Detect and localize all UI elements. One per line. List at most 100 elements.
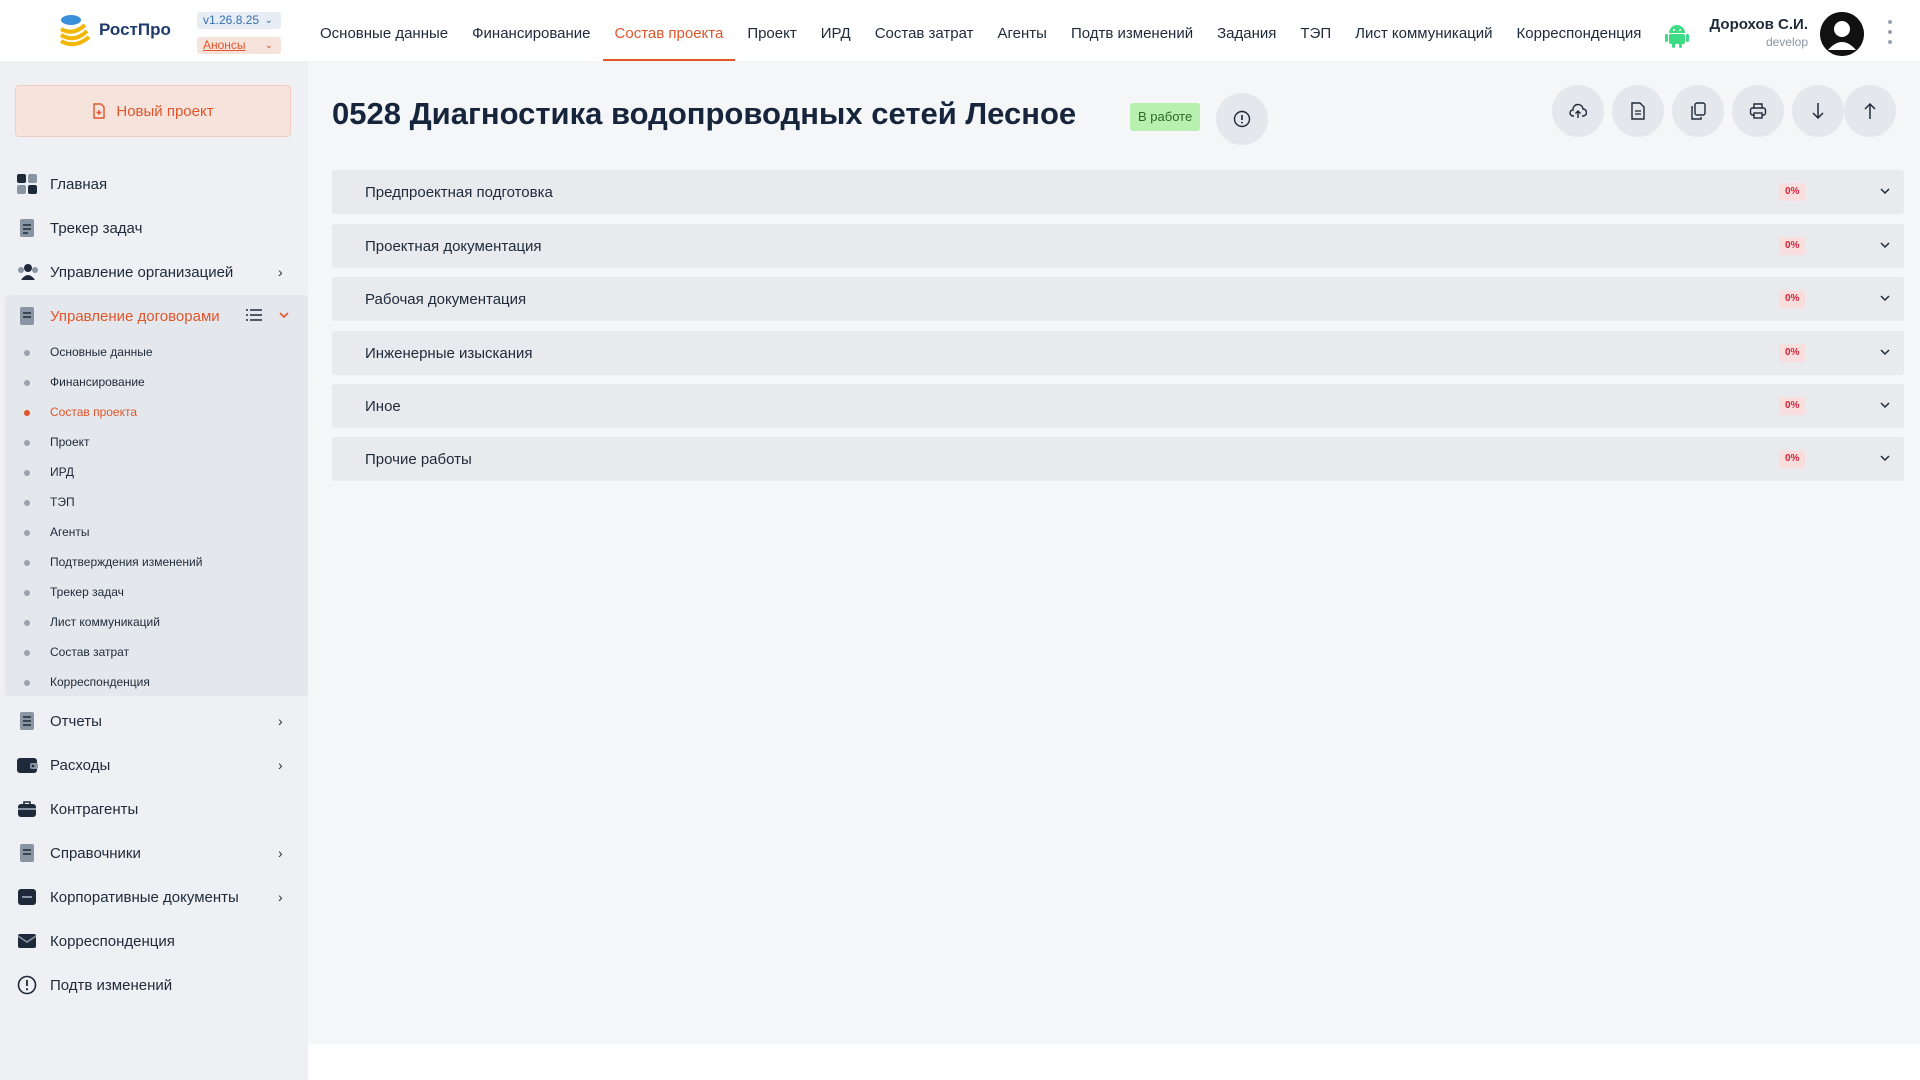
sidebar-item-reports[interactable]: Отчеты ›: [0, 701, 308, 741]
alert-circle-icon: [17, 975, 37, 995]
top-nav-item-financing[interactable]: Финансирование: [460, 0, 602, 61]
sidebar-subitem-ird[interactable]: ИРД: [0, 461, 308, 485]
new-project-button[interactable]: Новый проект: [15, 85, 291, 137]
page-title: 0528 Диагностика водопроводных сетей Лес…: [332, 96, 1077, 131]
mail-icon: [17, 931, 37, 951]
section-row-engineering-surveys[interactable]: Инженерные изыскания 0%: [332, 331, 1904, 375]
sidebar-subitem-label: Лист коммуникаций: [50, 615, 160, 629]
section-title: Иное: [365, 398, 401, 415]
chevron-right-icon: ›: [278, 713, 283, 729]
section-title: Проектная документация: [365, 238, 542, 255]
chevron-right-icon: ›: [278, 845, 283, 861]
sidebar-subitem-communication-sheet[interactable]: Лист коммуникаций: [0, 611, 308, 635]
bullet: [24, 380, 30, 386]
more-menu-icon[interactable]: [1886, 20, 1894, 44]
sidebar-item-label: Корреспонденция: [50, 932, 175, 950]
sidebar-subitem-main-data[interactable]: Основные данные: [0, 341, 308, 365]
app-logo[interactable]: РостПро: [57, 10, 187, 50]
top-nav-item-tasks[interactable]: Задания: [1205, 0, 1288, 61]
top-nav-item-main-data[interactable]: Основные данные: [308, 0, 460, 61]
top-bar: РостПро v1.26.8.25 ⌄ Анонсы ⌄ Основные д…: [0, 0, 1920, 61]
document-plus-icon: [93, 103, 106, 119]
sidebar-subitem-project-composition[interactable]: Состав проекта: [0, 401, 308, 425]
section-title: Прочие работы: [365, 451, 472, 468]
sidebar-item-corporate-docs[interactable]: Корпоративные документы ›: [0, 877, 308, 917]
organization-icon: [17, 262, 38, 282]
sidebar-subitem-label: Корреспонденция: [50, 675, 150, 689]
sidebar-subitem-correspondence[interactable]: Корреспонденция: [0, 671, 308, 695]
download-button[interactable]: [1792, 85, 1844, 137]
document-icon: [1631, 102, 1645, 120]
chevron-right-icon: ›: [278, 889, 283, 905]
sidebar-subitem-tep[interactable]: ТЭП: [0, 491, 308, 515]
sidebar-item-organization[interactable]: Управление организацией ›: [0, 252, 308, 292]
sidebar-item-home[interactable]: Главная: [0, 164, 308, 204]
section-row-other[interactable]: Иное 0%: [332, 384, 1904, 428]
sidebar-subitem-label: Состав проекта: [50, 405, 138, 419]
section-row-project-docs[interactable]: Проектная документация 0%: [332, 224, 1904, 268]
user-info[interactable]: Дорохов С.И. develop: [1700, 16, 1808, 49]
sidebar-item-change-confirmations[interactable]: Подтв изменений: [0, 965, 308, 1005]
top-nav-item-correspondence[interactable]: Корреспонденция: [1505, 0, 1654, 61]
sidebar-subitem-financing[interactable]: Финансирование: [0, 371, 308, 395]
sidebar-item-references[interactable]: Справочники ›: [0, 833, 308, 873]
list-icon[interactable]: [246, 308, 262, 322]
sidebar-subitem-label: Проект: [50, 435, 90, 449]
sidebar-item-label: Контрагенты: [50, 800, 139, 818]
avatar[interactable]: [1820, 12, 1864, 56]
chevron-right-icon: ›: [278, 757, 283, 773]
sidebar-subitem-task-tracker[interactable]: Трекер задач: [0, 581, 308, 605]
briefcase-icon: [17, 799, 37, 819]
top-nav-item-communication-sheet[interactable]: Лист коммуникаций: [1343, 0, 1504, 61]
section-row-other-works[interactable]: Прочие работы 0%: [332, 437, 1904, 481]
sidebar-subitem-change-confirmations[interactable]: Подтверждения изменений: [0, 551, 308, 575]
sidebar-item-contracts[interactable]: Управление договорами: [0, 296, 308, 336]
chevron-down-icon: [1878, 345, 1892, 359]
sidebar-subitem-label: Финансирование: [50, 375, 145, 389]
sidebar-subitem-label: ИРД: [50, 465, 74, 479]
top-nav-item-change-confirmations[interactable]: Подтв изменений: [1059, 0, 1205, 61]
sidebar-subitem-project[interactable]: Проект: [0, 431, 308, 455]
sidebar-item-expenses[interactable]: Расходы ›: [0, 745, 308, 785]
sidebar-item-label: Трекер задач: [50, 219, 143, 237]
sidebar-item-counterparties[interactable]: Контрагенты: [0, 789, 308, 829]
print-button[interactable]: [1732, 85, 1784, 137]
top-nav-item-ird[interactable]: ИРД: [809, 0, 863, 61]
upload-button[interactable]: [1844, 85, 1896, 137]
status-badge: В работе: [1130, 103, 1201, 131]
dashboard-icon: [17, 174, 37, 194]
android-icon[interactable]: [1664, 22, 1690, 48]
sidebar-subitem-agents[interactable]: Агенты: [0, 521, 308, 545]
section-title: Рабочая документация: [365, 291, 527, 308]
section-row-preproject[interactable]: Предпроектная подготовка 0%: [332, 170, 1904, 214]
document-button[interactable]: [1612, 85, 1664, 137]
user-role: develop: [1765, 35, 1808, 49]
top-nav-item-costs[interactable]: Состав затрат: [863, 0, 986, 61]
contracts-icon: [17, 306, 37, 326]
top-nav-item-agents[interactable]: Агенты: [986, 0, 1059, 61]
main-content: 0528 Диагностика водопроводных сетей Лес…: [308, 61, 1920, 1044]
sidebar-item-label: Отчеты: [50, 712, 102, 730]
upload-cloud-button[interactable]: [1552, 85, 1604, 137]
announcements-label: Анонсы: [203, 38, 246, 52]
chevron-down-icon: ⌄: [264, 15, 273, 26]
top-nav-item-tep[interactable]: ТЭП: [1288, 0, 1343, 61]
top-nav-item-project-composition[interactable]: Состав проекта: [602, 0, 736, 61]
copy-button[interactable]: [1672, 85, 1724, 137]
top-nav: Основные данные Финансирование Состав пр…: [308, 0, 1653, 61]
chevron-down-icon: [1878, 291, 1892, 305]
arrow-down-icon: [1812, 103, 1824, 120]
sidebar-item-correspondence[interactable]: Корреспонденция: [0, 921, 308, 961]
section-row-working-docs[interactable]: Рабочая документация 0%: [332, 277, 1904, 321]
info-button[interactable]: [1216, 93, 1268, 145]
announcements-select[interactable]: Анонсы ⌄: [197, 37, 281, 54]
sidebar-subitem-costs[interactable]: Состав затрат: [0, 641, 308, 665]
sidebar-subitem-label: ТЭП: [50, 495, 75, 509]
sidebar-item-task-tracker[interactable]: Трекер задач: [0, 208, 308, 248]
new-project-label: Новый проект: [116, 102, 214, 120]
top-nav-item-project[interactable]: Проект: [735, 0, 808, 61]
version-select[interactable]: v1.26.8.25 ⌄: [197, 12, 281, 29]
reference-icon: [17, 843, 37, 863]
bullet: [24, 530, 30, 536]
bullet: [24, 350, 30, 356]
